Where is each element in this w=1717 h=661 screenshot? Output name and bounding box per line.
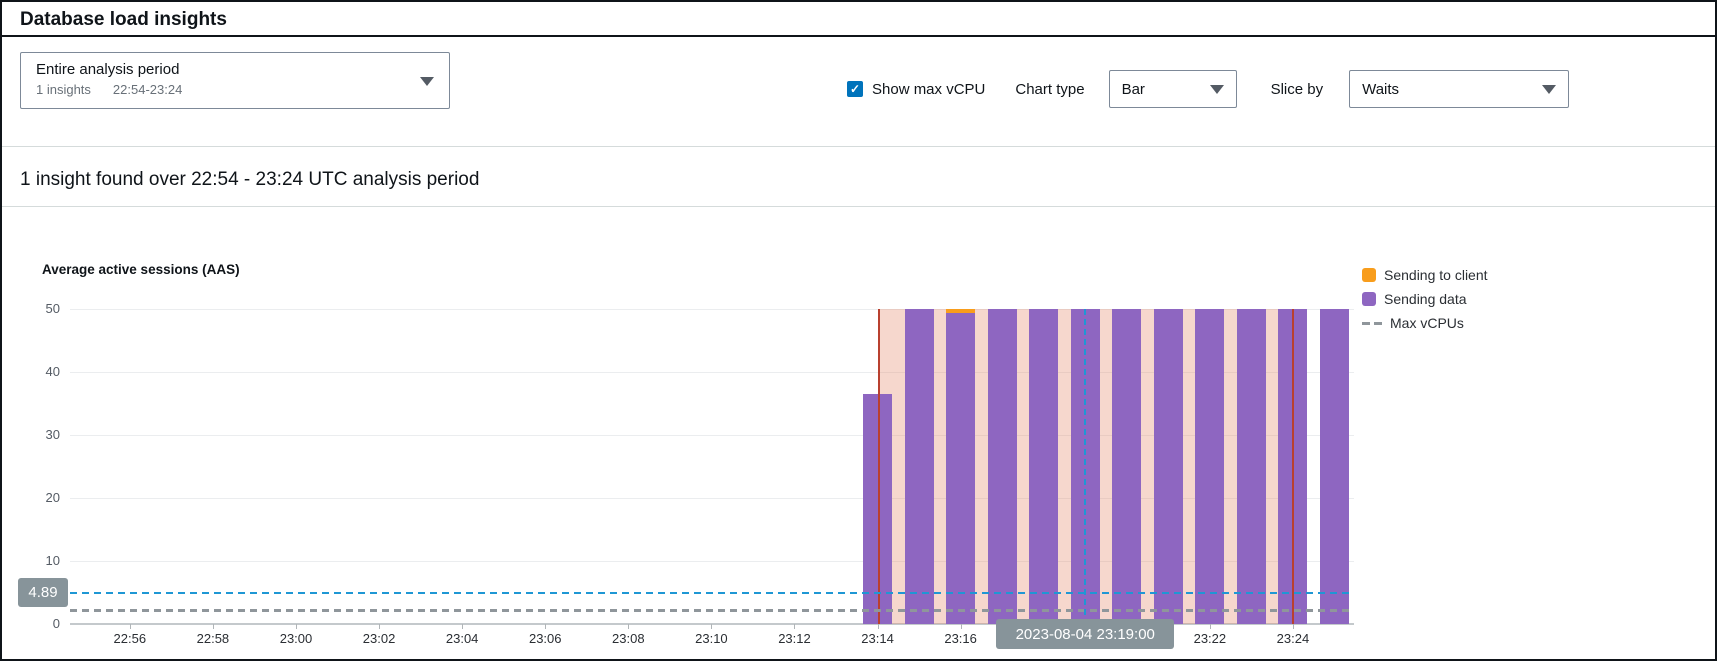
- x-axis-tick-label: 23:24: [1277, 631, 1310, 646]
- analysis-time-range: 22:54-23:24: [113, 82, 182, 97]
- x-axis-tick: [379, 624, 380, 629]
- time-cursor-vline: [1084, 309, 1086, 624]
- slice-by-select[interactable]: Waits: [1349, 70, 1569, 108]
- x-axis-tick: [213, 624, 214, 629]
- aas-cursor-hline: [70, 592, 1354, 594]
- chart-title: Average active sessions (AAS): [42, 262, 240, 277]
- legend-item-sending-to-client[interactable]: Sending to client: [1362, 267, 1488, 283]
- y-axis-tick-label: 0: [2, 616, 60, 631]
- bar-sending-data[interactable]: [1195, 309, 1224, 624]
- x-axis-tick-label: 23:22: [1194, 631, 1227, 646]
- x-axis-tick-label: 23:10: [695, 631, 728, 646]
- section-divider: [2, 146, 1715, 147]
- x-axis-tick-label: 23:16: [944, 631, 977, 646]
- x-axis-tick-label: 22:56: [114, 631, 147, 646]
- x-axis-tick: [130, 624, 131, 629]
- x-axis-tick-label: 23:08: [612, 631, 645, 646]
- x-axis-tick-label: 23:14: [861, 631, 894, 646]
- aas-value-badge: 4.89: [18, 578, 68, 607]
- y-axis-tick-label: 10: [2, 553, 60, 568]
- x-axis-tick: [628, 624, 629, 629]
- chevron-down-icon: [420, 77, 434, 86]
- x-axis-tick: [296, 624, 297, 629]
- insight-start-line: [878, 309, 880, 624]
- x-axis-tick-label: 23:12: [778, 631, 811, 646]
- x-axis-tick: [545, 624, 546, 629]
- bar-sending-data[interactable]: [905, 309, 934, 624]
- bar-sending-data[interactable]: [1112, 309, 1141, 624]
- x-axis-tick: [961, 624, 962, 629]
- insight-summary-text: 1 insight found over 22:54 - 23:24 UTC a…: [20, 169, 479, 191]
- chart-type-select[interactable]: Bar: [1109, 70, 1237, 108]
- page-title: Database load insights: [20, 9, 227, 31]
- analysis-period-dropdown[interactable]: Entire analysis period 1 insights 22:54-…: [20, 52, 450, 109]
- cursor-datetime-badge: 2023-08-04 23:19:00: [996, 619, 1174, 649]
- x-axis-tick-label: 23:06: [529, 631, 562, 646]
- x-axis-tick: [1210, 624, 1211, 629]
- y-axis-tick-label: 40: [2, 364, 60, 379]
- bar-sending-data[interactable]: [1154, 309, 1183, 624]
- slice-by-value: Waits: [1362, 81, 1399, 98]
- chevron-down-icon: [1542, 85, 1556, 94]
- x-axis-tick-label: 23:04: [446, 631, 479, 646]
- y-axis-tick-label: 50: [2, 301, 60, 316]
- legend-item-sending-data[interactable]: Sending data: [1362, 291, 1488, 307]
- database-load-insights-panel: { "header": { "title": "Database load in…: [0, 0, 1717, 661]
- bar-sending-data[interactable]: [1320, 309, 1349, 624]
- x-axis-tick-label: 23:00: [280, 631, 313, 646]
- x-axis-tick: [462, 624, 463, 629]
- plot-area[interactable]: [70, 309, 1354, 624]
- y-axis-tick-label: 30: [2, 427, 60, 442]
- slice-by-label: Slice by: [1271, 81, 1324, 98]
- insights-count: 1 insights: [36, 82, 91, 97]
- show-max-vcpu-checkbox[interactable]: ✓: [847, 81, 863, 97]
- db-load-chart: Average active sessions (AAS) Sending to…: [2, 207, 1717, 661]
- insight-end-line: [1292, 309, 1294, 624]
- max-vcpus-dash-icon: [1362, 322, 1382, 325]
- analysis-period-meta: 1 insights 22:54-23:24: [36, 82, 434, 97]
- chevron-down-icon: [1210, 85, 1224, 94]
- bar-sending-data[interactable]: [1029, 309, 1058, 624]
- bar-sending-data[interactable]: [988, 309, 1017, 624]
- header-divider: [2, 35, 1715, 37]
- chart-controls: ✓ Show max vCPU Chart type Bar Slice by …: [847, 68, 1569, 110]
- chart-type-value: Bar: [1122, 81, 1145, 98]
- y-axis-tick-label: 20: [2, 490, 60, 505]
- bar-sending-data[interactable]: [1237, 309, 1266, 624]
- x-axis-tick: [878, 624, 879, 629]
- x-axis-tick: [1293, 624, 1294, 629]
- legend-item-max-vcpus[interactable]: Max vCPUs: [1362, 315, 1488, 331]
- x-axis-tick-label: 23:02: [363, 631, 396, 646]
- bar-sending-data[interactable]: [946, 313, 975, 624]
- chart-type-label: Chart type: [1015, 81, 1084, 98]
- sending-data-swatch-icon: [1362, 292, 1376, 306]
- analysis-period-value: Entire analysis period: [36, 61, 434, 78]
- x-axis-tick-label: 22:58: [197, 631, 230, 646]
- bar-sending-to-client[interactable]: [946, 309, 975, 313]
- chart-legend: Sending to client Sending data Max vCPUs: [1362, 267, 1488, 331]
- x-axis-tick: [711, 624, 712, 629]
- x-axis-tick: [794, 624, 795, 629]
- max-vcpus-line: [70, 609, 1354, 612]
- sending-to-client-swatch-icon: [1362, 268, 1376, 282]
- show-max-vcpu-label: Show max vCPU: [872, 81, 985, 98]
